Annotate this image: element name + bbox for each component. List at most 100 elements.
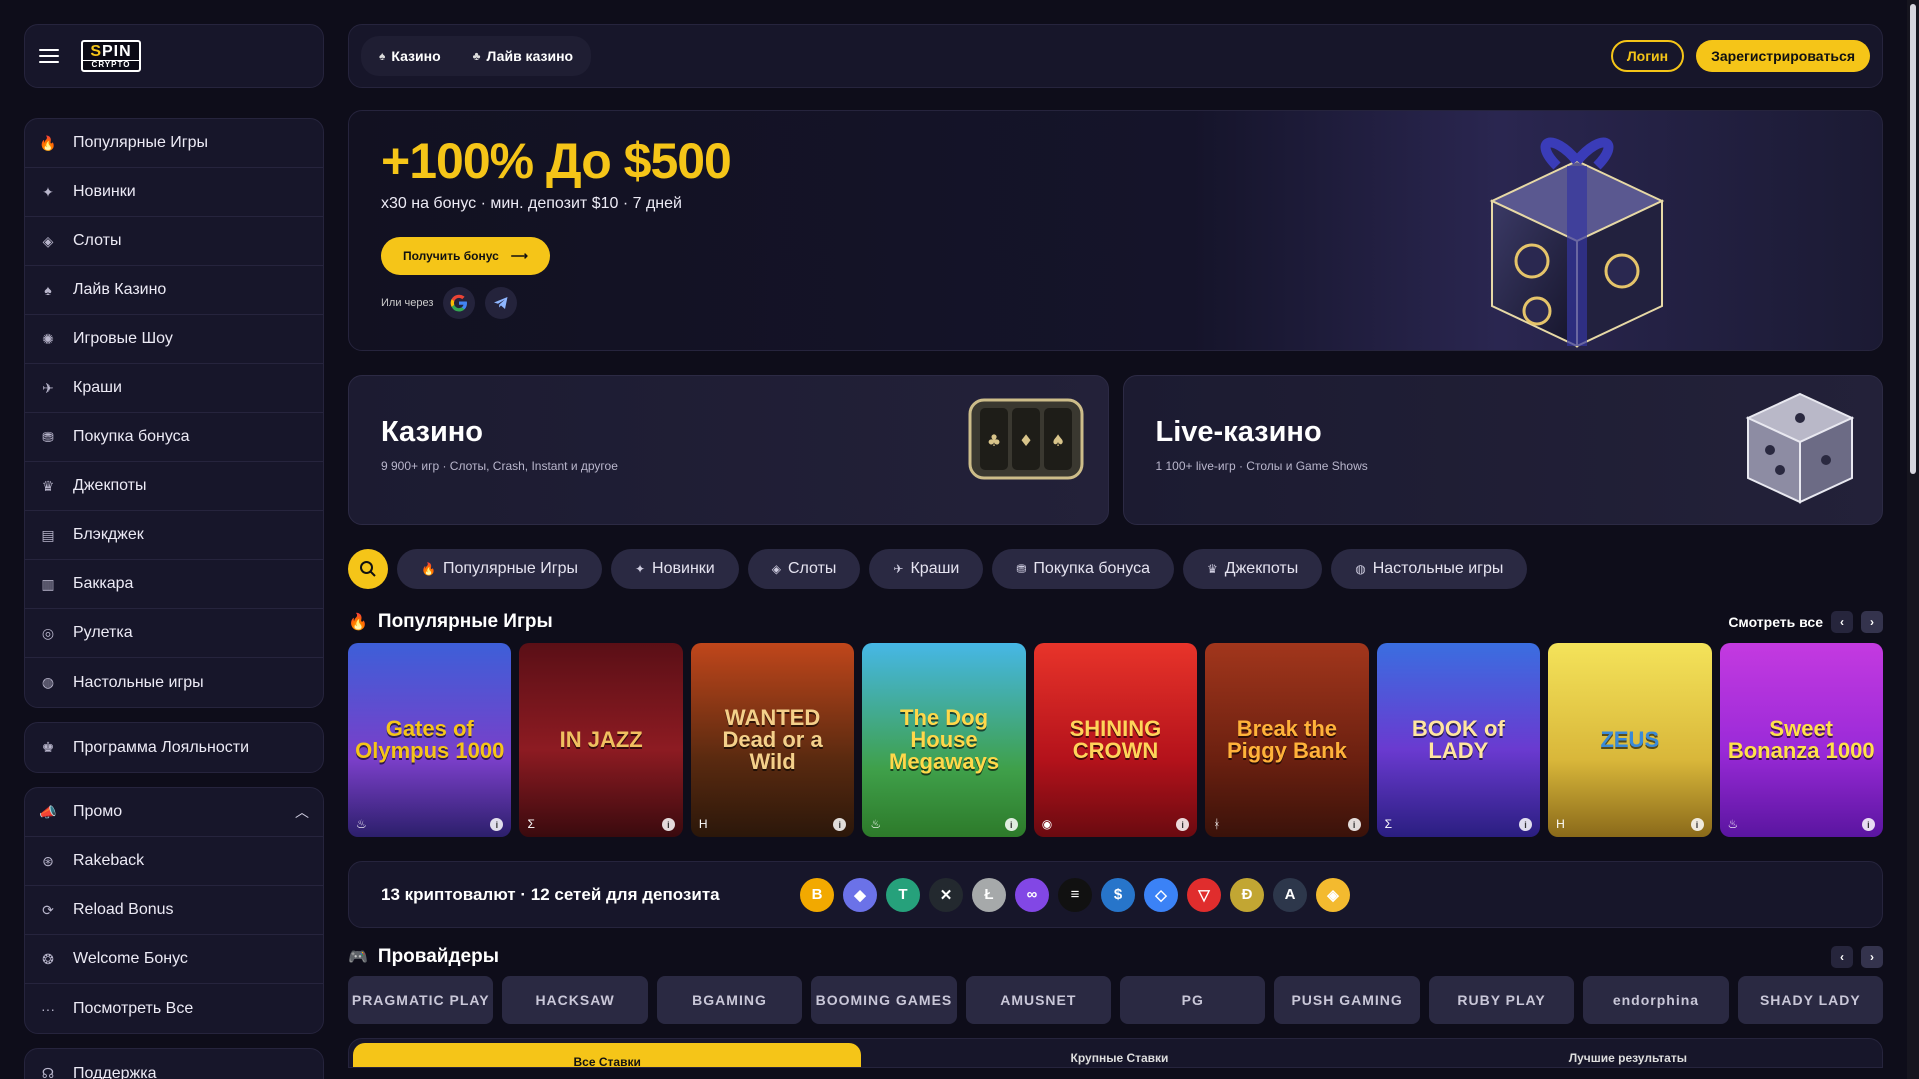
- sidebar-item-reload[interactable]: ⟳ Reload Bonus: [25, 886, 323, 935]
- sidebar-item-baccarat[interactable]: ▥ Баккара: [25, 560, 323, 609]
- brand-logo[interactable]: SPIN CRYPTO: [81, 40, 141, 72]
- filter-chip-new[interactable]: ✦ Новинки: [610, 549, 739, 589]
- bnb-icon: ◈: [1316, 877, 1350, 912]
- info-icon[interactable]: i: [833, 818, 847, 831]
- register-button[interactable]: Зарегистрироваться: [1696, 40, 1870, 72]
- info-icon[interactable]: i: [1861, 818, 1875, 831]
- game-title: WANTED Dead or a Wild: [722, 705, 823, 774]
- chevron-up-icon[interactable]: ︿: [295, 802, 309, 822]
- view-all-link[interactable]: Смотреть все: [1728, 614, 1823, 630]
- game-tile[interactable]: WANTED Dead or a Wild Hi: [690, 643, 855, 837]
- sidebar-item-live-casino[interactable]: ♠ Лайв Казино: [25, 266, 323, 315]
- game-tile[interactable]: BOOK of LADY Σi: [1376, 643, 1541, 837]
- sidebar-loyalty: ♚ Программа Лояльности: [24, 722, 324, 773]
- info-icon[interactable]: i: [661, 818, 675, 831]
- filter-chip-bonus-buy[interactable]: ⛃ Покупка бонуса: [992, 549, 1174, 589]
- sidebar-item-table-games[interactable]: ◍ Настольные игры: [25, 658, 323, 707]
- get-bonus-label: Получить бонус: [403, 249, 499, 263]
- game-tile[interactable]: ZEUS Hi: [1548, 643, 1712, 837]
- info-icon[interactable]: i: [490, 818, 504, 831]
- game-tile[interactable]: The Dog House Megaways ♨ i: [862, 643, 1026, 837]
- info-icon[interactable]: i: [1519, 818, 1533, 831]
- google-icon[interactable]: [443, 287, 476, 319]
- sidebar-item-label: Игровые Шоу: [73, 330, 173, 347]
- sidebar-item-bonus-buy[interactable]: ⛃ Покупка бонуса: [25, 413, 323, 462]
- scrollbar[interactable]: [1907, 0, 1919, 1079]
- bets-tabs: Все Ставки Крупные Ставки Лучшие результат…: [348, 1038, 1883, 1068]
- info-icon[interactable]: i: [1347, 818, 1361, 831]
- tab-live[interactable]: ♣ Лайв казино: [459, 40, 587, 72]
- filter-chip-jackpot[interactable]: ♛ Джекпоты: [1182, 549, 1323, 589]
- provider-logo[interactable]: SHADY LADY: [1737, 976, 1884, 1024]
- game-title: BOOK of LADY: [1411, 716, 1505, 763]
- sidebar-item-fire[interactable]: 🔥 Популярные Игры: [25, 119, 323, 168]
- live-casino-card[interactable]: Live-казино 1 100+ live-игр · Столы и Ga…: [1122, 375, 1883, 525]
- bets-tab[interactable]: Все Ставки: [353, 1043, 862, 1067]
- game-title: Break the Piggy Bank: [1227, 716, 1347, 763]
- crypto-bar: 13 криптовалют · 12 сетей для депозита B…: [348, 861, 1883, 928]
- provider-logo[interactable]: endorphina: [1583, 976, 1729, 1024]
- filter-chip-fire[interactable]: 🔥 Популярные Игры: [397, 549, 602, 589]
- chevron-left-icon[interactable]: ‹: [1831, 611, 1853, 633]
- sidebar-item-blackjack[interactable]: ▤ Блэкджек: [25, 511, 323, 560]
- provider-logo[interactable]: BGAMING: [656, 976, 803, 1024]
- sidebar-item-promo[interactable]: 📣 Промо ︿: [25, 788, 323, 837]
- game-tile[interactable]: Gates of Olympus 1000 ♨ i: [348, 643, 512, 837]
- solana-icon: ≡: [1058, 877, 1092, 912]
- sidebar-item-rakeback[interactable]: ⊛ Rakeback: [25, 837, 323, 886]
- sidebar-item-more[interactable]: ··· Посмотреть Все: [25, 984, 323, 1033]
- new-icon: ✦: [42, 183, 54, 200]
- sidebar-item-crash[interactable]: ✈ Краши: [25, 364, 323, 413]
- tether-icon: T: [886, 877, 920, 912]
- bets-tab[interactable]: Лучшие результаты: [1374, 1039, 1882, 1067]
- provider-logo[interactable]: PG: [1120, 976, 1266, 1024]
- table-games-icon: ◍: [41, 674, 55, 690]
- provider-logo[interactable]: AMUSNET: [965, 976, 1112, 1024]
- filter-chip-table-games[interactable]: ◍ Настольные игры: [1331, 549, 1528, 589]
- info-icon[interactable]: i: [1004, 818, 1018, 831]
- game-tile[interactable]: Break the Piggy Bank ᚼ i: [1205, 643, 1369, 837]
- sidebar-item-label: Блэкджек: [73, 526, 144, 543]
- casino-card[interactable]: Казино 9 900+ игр · Слоты, Crash, Instan…: [348, 375, 1109, 525]
- tab-casino[interactable]: ♠ Казино: [365, 40, 455, 72]
- slot-reels-icon: ♣ ♦ ♠: [968, 398, 1083, 480]
- sidebar-item-welcome[interactable]: ❂ Welcome Бонус: [25, 935, 323, 984]
- menu-icon[interactable]: [39, 49, 59, 63]
- filter-chip-crash[interactable]: ✈ Краши: [869, 549, 984, 589]
- login-button[interactable]: Логин: [1610, 40, 1685, 72]
- slots-icon: ◈: [771, 562, 781, 576]
- sidebar-item-jackpot[interactable]: ♛ Джекпоты: [25, 462, 323, 511]
- scrollbar-thumb[interactable]: [1910, 4, 1916, 474]
- provider-logo[interactable]: RUBY PLAY: [1428, 976, 1575, 1024]
- dogecoin-icon: Ð: [1230, 877, 1264, 912]
- telegram-icon[interactable]: [485, 287, 518, 319]
- provider-logo[interactable]: PRAGMATIC PLAY: [348, 976, 494, 1024]
- game-tile[interactable]: IN JAZZ Σi: [519, 643, 683, 837]
- info-icon[interactable]: i: [1176, 818, 1190, 831]
- chevron-left-icon[interactable]: ‹: [1831, 946, 1853, 968]
- gamepad-icon: 🎮: [348, 949, 368, 966]
- bets-tab[interactable]: Крупные Ставки: [865, 1039, 1373, 1067]
- sidebar-item-game-show[interactable]: ✺ Игровые Шоу: [25, 315, 323, 364]
- provider-logo[interactable]: HACKSAW: [502, 976, 648, 1024]
- provider-logo[interactable]: BOOMING GAMES: [811, 976, 957, 1024]
- search-icon[interactable]: [348, 549, 388, 589]
- chevron-right-icon[interactable]: ›: [1861, 611, 1883, 633]
- sidebar-item-slots[interactable]: ◈ Слоты: [25, 217, 323, 266]
- litecoin-icon: Ł: [972, 877, 1006, 912]
- filter-chip-slots[interactable]: ◈ Слоты: [747, 549, 861, 589]
- sidebar-item-loyalty[interactable]: ♚ Программа Лояльности: [25, 723, 323, 772]
- sidebar-promo: 📣 Промо ︿ ⊛ Rakeback ⟳ Reload Bonus ❂ Welcome…: [24, 787, 324, 1034]
- provider-logo[interactable]: PUSH GAMING: [1274, 976, 1420, 1024]
- get-bonus-button[interactable]: Получить бонус ⟶: [381, 237, 550, 275]
- sidebar-item-new[interactable]: ✦ Новинки: [25, 168, 323, 217]
- sidebar-item-roulette[interactable]: ◎ Рулетка: [25, 609, 323, 658]
- game-tile[interactable]: SHINING CROWN ◉ i: [1033, 643, 1198, 837]
- sidebar-item-label: Reload Bonus: [73, 901, 174, 918]
- info-icon[interactable]: i: [1690, 818, 1704, 831]
- reload-icon: ⟳: [42, 901, 54, 918]
- sidebar-item-support[interactable]: ☊ Поддержка: [25, 1049, 323, 1079]
- game-tile[interactable]: Sweet Bonanza 1000 ♨ i: [1719, 643, 1883, 837]
- casino-icon: ♠: [379, 49, 386, 63]
- chevron-right-icon[interactable]: ›: [1861, 946, 1883, 968]
